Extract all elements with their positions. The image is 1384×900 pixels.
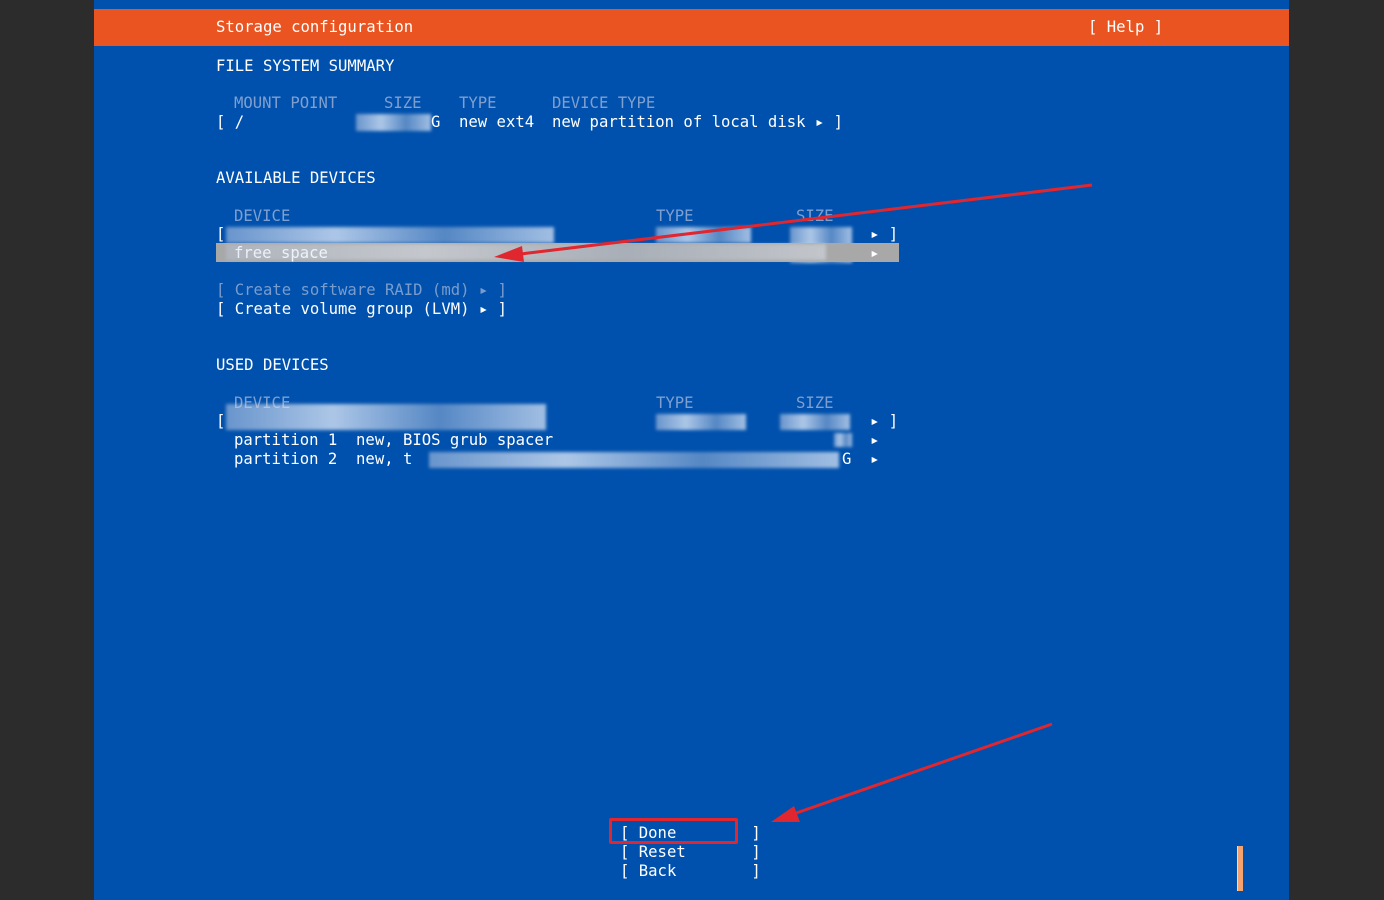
installer-screen: Storage configuration [ Help ] FILE SYST… bbox=[94, 0, 1289, 900]
arrow-done-shaft bbox=[778, 722, 1053, 821]
arrow-to-done bbox=[771, 722, 1053, 822]
arrow-free-space-shaft bbox=[503, 183, 1093, 258]
arrow-to-free-space bbox=[494, 183, 1093, 262]
annotation-arrows bbox=[494, 183, 1093, 822]
arrow-free-space-head bbox=[494, 246, 524, 262]
arrow-done-head bbox=[771, 806, 800, 822]
